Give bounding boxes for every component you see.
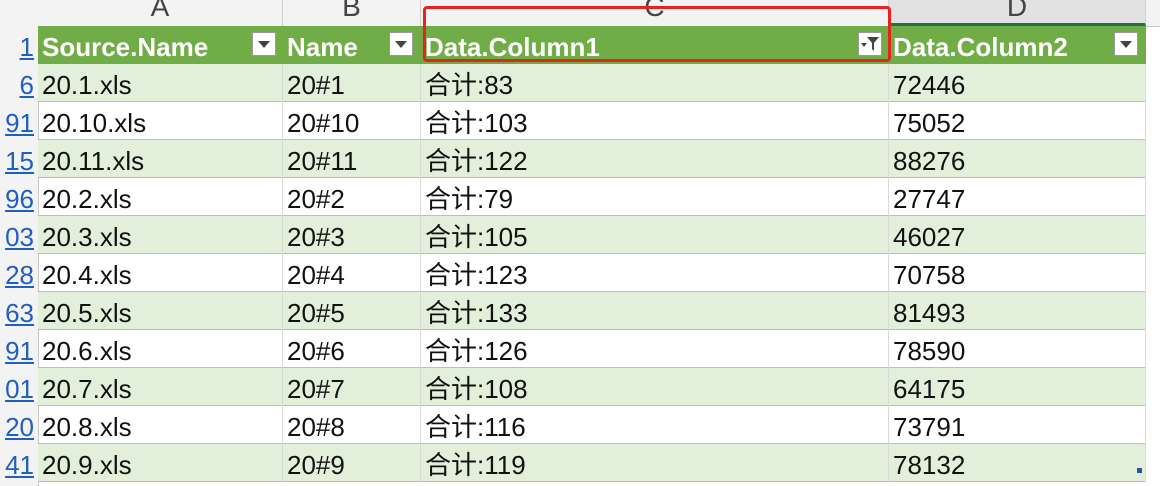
- chevron-down-icon: [258, 41, 270, 48]
- table-row: 20.5.xls 20#5 合计:133 81493: [38, 292, 1146, 330]
- table-row: 20.3.xls 20#3 合计:105 46027: [38, 216, 1146, 254]
- spreadsheet: A B C D 1 6 91 15 96 03 28 63 91 01 20 4…: [0, 0, 1160, 486]
- header-label: Source.Name: [42, 32, 209, 62]
- row-number[interactable]: 96: [0, 178, 34, 216]
- row-number[interactable]: 6: [0, 64, 34, 102]
- row-number[interactable]: 91: [0, 102, 34, 140]
- table-resize-handle[interactable]: [1137, 468, 1142, 473]
- table-row: 20.6.xls 20#6 合计:126 78590: [38, 330, 1146, 368]
- table-cell[interactable]: 20#6: [283, 330, 421, 368]
- table-cell[interactable]: 20#5: [283, 292, 421, 330]
- table-cell[interactable]: 81493: [889, 292, 1146, 330]
- table-cell[interactable]: 78132: [889, 444, 1146, 482]
- column-letter-d[interactable]: D: [889, 0, 1146, 26]
- table-cell[interactable]: 75052: [889, 102, 1146, 140]
- filter-dropdown-data-column2[interactable]: [1114, 32, 1138, 56]
- table-row: 20.8.xls 20#8 合计:116 73791: [38, 406, 1146, 444]
- table-cell[interactable]: 合计:133: [421, 292, 889, 330]
- header-label: Data.Column2: [893, 32, 1068, 62]
- table-cell[interactable]: 合计:79: [421, 178, 889, 216]
- table-header-row: Source.Name Name Data.Column1 Data.Colum…: [38, 26, 1146, 64]
- table-cell[interactable]: 合计:122: [421, 140, 889, 178]
- table-cell[interactable]: 20#2: [283, 178, 421, 216]
- table-row: 20.11.xls 20#11 合计:122 88276: [38, 140, 1146, 178]
- table-cell[interactable]: 70758: [889, 254, 1146, 292]
- table-cell[interactable]: 合计:105: [421, 216, 889, 254]
- table-cell[interactable]: 27747: [889, 178, 1146, 216]
- table-cell[interactable]: 20.7.xls: [38, 368, 283, 406]
- table-cell[interactable]: 20.11.xls: [38, 140, 283, 178]
- row-number[interactable]: 15: [0, 140, 34, 178]
- row-number[interactable]: 41: [0, 444, 34, 482]
- table-cell[interactable]: 合计:119: [421, 444, 889, 482]
- filter-dropdown-source-name[interactable]: [252, 32, 276, 56]
- table-cell[interactable]: 78590: [889, 330, 1146, 368]
- table-row: 20.9.xls 20#9 合计:119 78132: [38, 444, 1146, 482]
- header-data-column1[interactable]: Data.Column1: [421, 26, 889, 64]
- column-header-bar: A B C D: [0, 0, 1160, 27]
- table-cell[interactable]: 88276: [889, 140, 1146, 178]
- table-cell[interactable]: 20#1: [283, 64, 421, 102]
- table-cell[interactable]: 20#9: [283, 444, 421, 482]
- table-cell[interactable]: 合计:83: [421, 64, 889, 102]
- filter-dropdown-name[interactable]: [389, 32, 413, 56]
- table-cell[interactable]: 20.6.xls: [38, 330, 283, 368]
- table-cell[interactable]: 20#7: [283, 368, 421, 406]
- table-cell[interactable]: 20.8.xls: [38, 406, 283, 444]
- table-cell[interactable]: 20#3: [283, 216, 421, 254]
- header-source-name[interactable]: Source.Name: [38, 26, 283, 64]
- table-cell[interactable]: 72446: [889, 64, 1146, 102]
- table-cell[interactable]: 合计:116: [421, 406, 889, 444]
- table-cell[interactable]: 20.1.xls: [38, 64, 283, 102]
- row-number[interactable]: 01: [0, 368, 34, 406]
- chevron-down-icon: [1120, 41, 1132, 48]
- column-letter-a[interactable]: A: [38, 0, 283, 26]
- header-data-column2[interactable]: Data.Column2: [889, 26, 1146, 64]
- column-letter-c[interactable]: C: [421, 0, 889, 26]
- funnel-filter-icon: [867, 37, 879, 51]
- table-cell[interactable]: 合计:123: [421, 254, 889, 292]
- table-row: 20.2.xls 20#2 合计:79 27747: [38, 178, 1146, 216]
- row-number[interactable]: 03: [0, 216, 34, 254]
- header-label: Data.Column1: [425, 32, 600, 62]
- table-cell[interactable]: 20.3.xls: [38, 216, 283, 254]
- table-cell[interactable]: 20#4: [283, 254, 421, 292]
- table-cell[interactable]: 20.5.xls: [38, 292, 283, 330]
- table-cell[interactable]: 合计:103: [421, 102, 889, 140]
- row-header-bar: 1 6 91 15 96 03 28 63 91 01 20 41: [0, 26, 39, 486]
- table-cell[interactable]: 73791: [889, 406, 1146, 444]
- table-cell[interactable]: 20.10.xls: [38, 102, 283, 140]
- table-cell[interactable]: 20#11: [283, 140, 421, 178]
- table-cell[interactable]: 64175: [889, 368, 1146, 406]
- table-row: 20.1.xls 20#1 合计:83 72446: [38, 64, 1146, 102]
- table-cell[interactable]: 20.9.xls: [38, 444, 283, 482]
- table-cell[interactable]: 20.2.xls: [38, 178, 283, 216]
- row-number[interactable]: 20: [0, 406, 34, 444]
- table-cell[interactable]: 20.4.xls: [38, 254, 283, 292]
- table-row: 20.4.xls 20#4 合计:123 70758: [38, 254, 1146, 292]
- row-number[interactable]: 1: [0, 26, 34, 64]
- table-cell[interactable]: 20#10: [283, 102, 421, 140]
- table-row: 20.7.xls 20#7 合计:108 64175: [38, 368, 1146, 406]
- table-grid: Source.Name Name Data.Column1 Data.Colum…: [38, 6, 1160, 486]
- chevron-down-icon: [395, 41, 407, 48]
- table-row: 20.10.xls 20#10 合计:103 75052: [38, 102, 1146, 140]
- table-cell[interactable]: 20#8: [283, 406, 421, 444]
- row-number[interactable]: 63: [0, 292, 34, 330]
- table-cell[interactable]: 46027: [889, 216, 1146, 254]
- table-cell[interactable]: 合计:108: [421, 368, 889, 406]
- header-label: Name: [287, 32, 358, 62]
- column-letter-b[interactable]: B: [283, 0, 421, 26]
- row-number[interactable]: 28: [0, 254, 34, 292]
- filter-active-data-column1[interactable]: [858, 32, 882, 56]
- table-cell[interactable]: 合计:126: [421, 330, 889, 368]
- row-number[interactable]: 91: [0, 330, 34, 368]
